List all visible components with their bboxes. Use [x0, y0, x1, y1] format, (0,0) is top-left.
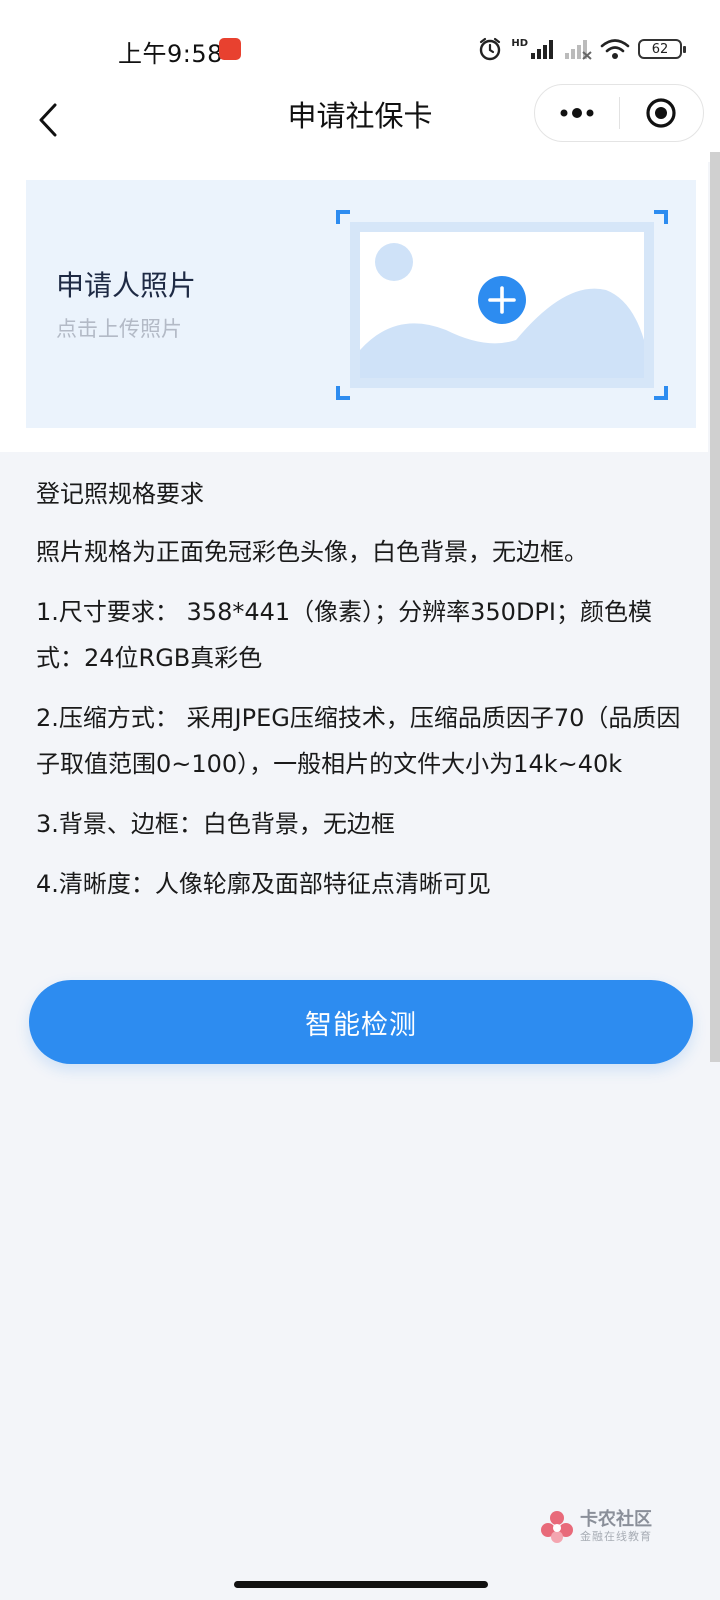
- spec-title: 登记照规格要求: [36, 480, 204, 508]
- smart-check-button[interactable]: 智能检测: [29, 980, 693, 1064]
- home-indicator[interactable]: [234, 1581, 488, 1588]
- network-label: HD: [511, 37, 528, 49]
- upload-hint: 点击上传照片: [56, 317, 182, 341]
- watermark-main: 卡农社区: [580, 1509, 652, 1530]
- status-icons: HD 62: [477, 36, 686, 62]
- battery-level: 62: [651, 41, 669, 57]
- signal-icon: [531, 40, 553, 59]
- photo-spec-section: 登记照规格要求 照片规格为正面免冠彩色头像，白色背景，无边框。 1.尺寸要求： …: [36, 474, 688, 921]
- watermark-sub: 金融在线教育: [580, 1530, 652, 1543]
- battery-icon: 62: [638, 39, 686, 59]
- miniprogram-capsule: [534, 84, 704, 142]
- wifi-icon: [600, 39, 630, 59]
- nav-bar: 申请社保卡: [0, 80, 720, 162]
- status-bar: 上午9:58 HD 62: [0, 0, 720, 90]
- status-time: 上午9:58: [118, 40, 223, 68]
- scrollbar[interactable]: [710, 152, 720, 1062]
- spec-background: 3.背景、边框：白色背景，无边框: [36, 810, 395, 838]
- more-dots-icon: [560, 108, 594, 118]
- close-miniprogram-button[interactable]: [620, 85, 704, 141]
- target-icon: [646, 98, 676, 128]
- spec-clarity: 4.清晰度：人像轮廓及面部特征点清晰可见: [36, 870, 491, 898]
- upload-photo-card[interactable]: 申请人照片 点击上传照片: [26, 180, 696, 428]
- spec-size-requirement: 1.尺寸要求： 358*441（像素）；分辨率350DPI；颜色模式：24位RG…: [36, 598, 652, 672]
- spec-compression: 2.压缩方式： 采用JPEG压缩技术，压缩品质因子70（品质因子取值范围0~10…: [36, 704, 681, 778]
- signal-weak-icon: [565, 40, 592, 60]
- app-notification-icon: [219, 38, 241, 60]
- spec-paragraph: 照片规格为正面免冠彩色头像，白色背景，无边框。: [36, 538, 588, 566]
- upload-title: 申请人照片: [56, 269, 197, 302]
- image-placeholder-icon: [336, 210, 668, 400]
- watermark: 卡农社区 金融在线教育: [540, 1510, 652, 1544]
- alarm-icon: [480, 37, 501, 61]
- more-button[interactable]: [535, 85, 619, 141]
- kanong-logo-icon: [541, 1511, 573, 1543]
- photo-upload-area[interactable]: [336, 210, 668, 400]
